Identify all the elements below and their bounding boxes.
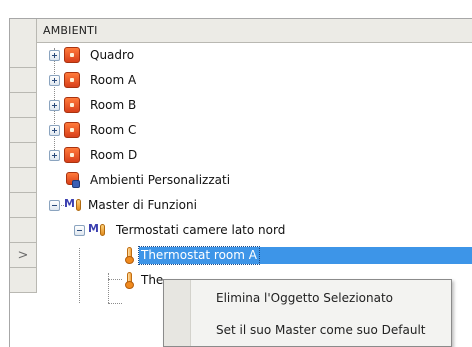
tree-item-label: Room B xyxy=(90,98,137,112)
current-row-indicator[interactable]: > xyxy=(10,243,37,268)
expand-icon[interactable] xyxy=(49,100,60,111)
tree-item-room-b[interactable]: Room B xyxy=(37,93,472,118)
thermostat-icon xyxy=(124,247,134,264)
tree-item-thermostat-room-a[interactable]: Thermostat room A xyxy=(37,243,472,268)
tree-item-label: The xyxy=(141,273,164,287)
tree-item-label: Ambienti Personalizzati xyxy=(90,173,231,187)
room-icon xyxy=(64,147,80,163)
menu-item-set-master-default[interactable]: Set il suo Master come suo Default xyxy=(191,313,451,346)
row-selector[interactable] xyxy=(10,93,37,118)
tree-item-label: Master di Funzioni xyxy=(88,198,197,212)
row-selector-header xyxy=(10,19,37,44)
master-functions-icon: M xyxy=(64,197,84,213)
tree-item-label: Thermostat room A xyxy=(138,246,260,265)
column-header[interactable]: AMBIENTI xyxy=(37,19,472,43)
tree-connector xyxy=(108,303,122,304)
tree-item-label: Room D xyxy=(90,148,138,162)
row-selector[interactable] xyxy=(10,143,37,168)
collapse-icon[interactable] xyxy=(74,225,85,236)
menu-icon-gutter xyxy=(164,280,191,346)
room-icon xyxy=(64,97,80,113)
row-selector-gutter: > xyxy=(10,19,37,347)
expand-icon[interactable] xyxy=(49,125,60,136)
room-icon xyxy=(64,47,80,63)
tree-item-room-d[interactable]: Room D xyxy=(37,143,472,168)
row-selector[interactable] xyxy=(10,68,37,93)
expand-icon[interactable] xyxy=(49,50,60,61)
thermostat-icon xyxy=(124,272,134,289)
room-icon xyxy=(64,72,80,88)
row-selector[interactable] xyxy=(10,168,37,193)
row-selector[interactable] xyxy=(10,118,37,143)
tree-item-label: Quadro xyxy=(90,48,135,62)
row-selector[interactable] xyxy=(10,43,37,68)
tree-item-label: Room C xyxy=(90,123,137,137)
tree-item-room-c[interactable]: Room C xyxy=(37,118,472,143)
tree-item-room-a[interactable]: Room A xyxy=(37,68,472,93)
context-menu: Elimina l'Oggetto Selezionato Set il suo… xyxy=(163,279,452,347)
custom-rooms-icon xyxy=(64,172,81,188)
room-icon xyxy=(64,122,80,138)
row-selector[interactable] xyxy=(10,268,37,293)
menu-item-delete-selected[interactable]: Elimina l'Oggetto Selezionato xyxy=(191,281,451,314)
master-functions-icon: M xyxy=(88,222,108,238)
tree-item-master-di-funzioni[interactable]: M Master di Funzioni xyxy=(37,193,472,218)
tree-item-quadro[interactable]: Quadro xyxy=(37,43,472,68)
tree-item-label: Room A xyxy=(90,73,137,87)
tree-item-label: Termostati camere lato nord xyxy=(116,223,286,237)
row-selector[interactable] xyxy=(10,193,37,218)
tree-item-termostati-camere-lato-nord[interactable]: M Termostati camere lato nord xyxy=(37,218,472,243)
row-selector[interactable] xyxy=(10,218,37,243)
collapse-icon[interactable] xyxy=(49,200,60,211)
expand-icon[interactable] xyxy=(49,150,60,161)
expand-icon[interactable] xyxy=(49,75,60,86)
tree-item-ambienti-personalizzati[interactable]: Ambienti Personalizzati xyxy=(37,168,472,193)
